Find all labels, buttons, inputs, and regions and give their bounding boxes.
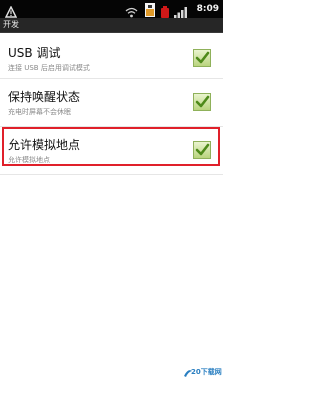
status-time: 8:09 (196, 4, 219, 14)
battery-icon (160, 3, 170, 18)
site-watermark: 20下载网 (183, 365, 222, 385)
notification-icon (4, 3, 18, 18)
settings-list: USB 调试 连接 USB 后启用调试模式 保持唤醒状态 充电时屏幕不会休眠 允… (0, 33, 223, 395)
watermark-text: 20下载网 (191, 368, 222, 376)
wifi-icon (125, 3, 138, 18)
checkmark-icon (195, 95, 210, 108)
usb-debugging-checkbox[interactable] (193, 49, 211, 67)
divider (0, 174, 223, 175)
stay-awake-checkbox[interactable] (193, 93, 211, 111)
setting-title: USB 调试 (8, 46, 61, 60)
setting-usb-debugging[interactable]: USB 调试 连接 USB 后启用调试模式 (0, 39, 223, 81)
signal-icon (174, 3, 188, 18)
status-bar: 8:09 (0, 0, 223, 18)
setting-subtitle: 连接 USB 后启用调试模式 (8, 64, 90, 72)
setting-stay-awake[interactable]: 保持唤醒状态 充电时屏幕不会休眠 (0, 83, 223, 125)
highlight-box (2, 127, 220, 166)
title-bar: 开发 (0, 18, 223, 33)
checkmark-icon (195, 51, 210, 64)
setting-title: 保持唤醒状态 (8, 90, 81, 104)
battery-saver-icon (145, 2, 155, 17)
page-title: 开发 (3, 20, 19, 29)
divider (0, 78, 223, 79)
setting-subtitle: 充电时屏幕不会休眠 (8, 108, 71, 116)
